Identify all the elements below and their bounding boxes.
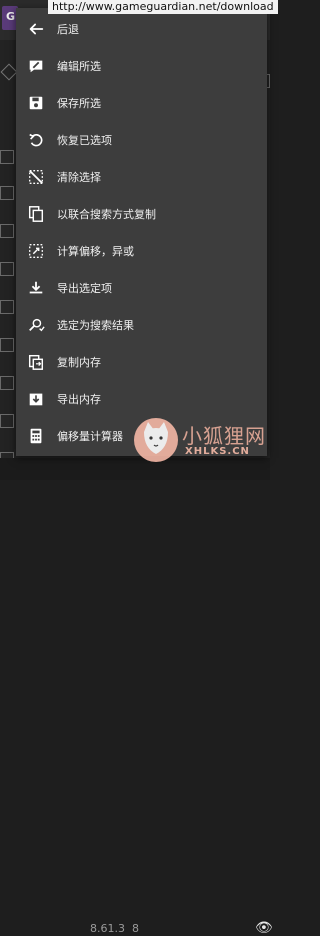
row-checkbox[interactable]: [0, 186, 14, 200]
row-checkbox[interactable]: [0, 338, 14, 352]
menu-item-label: 保存所选: [57, 96, 101, 110]
copy-memory-icon: [26, 352, 46, 372]
menu-item-label: 选定为搜索结果: [57, 318, 134, 332]
export-memory-icon: [26, 389, 46, 409]
calculator-icon: [26, 426, 46, 446]
menu-item-label: 恢复已选项: [57, 133, 112, 147]
eye-icon[interactable]: 👁: [255, 920, 273, 936]
menu-item-label: 清除选择: [57, 170, 101, 184]
menu-item-label: 以联合搜索方式复制: [57, 207, 156, 221]
row-checkbox[interactable]: [0, 262, 14, 276]
url-bar[interactable]: http://www.gameguardian.net/download: [48, 0, 278, 14]
menu-item-copy-memory[interactable]: 复制内存: [16, 343, 267, 380]
export-selected-icon: [26, 278, 46, 298]
menu-item-save-selected[interactable]: 保存所选: [16, 84, 267, 121]
clear-selection-icon: [26, 167, 46, 187]
row-checkbox[interactable]: [0, 376, 14, 390]
menu-item-label: 后退: [57, 22, 79, 36]
selection-tool-icon[interactable]: [0, 63, 18, 81]
menu-item-copy-as-group-search[interactable]: 以联合搜索方式复制: [16, 195, 267, 232]
menu-item-export-selected[interactable]: 导出选定项: [16, 269, 267, 306]
save-icon: [26, 93, 46, 113]
search-select-icon: [26, 315, 46, 335]
menu-item-calculate-offset[interactable]: 计算偏移，异或: [16, 232, 267, 269]
calculate-offset-icon: [26, 241, 46, 261]
back-arrow-icon: [26, 19, 46, 39]
menu-item-restore[interactable]: 恢复已选项: [16, 121, 267, 158]
context-menu: 后退 编辑所选 保存所选 恢复已选项 清除选择 以联合搜索方式复制 计算偏移，异…: [16, 8, 267, 456]
row-checkbox[interactable]: [0, 224, 14, 238]
menu-item-back[interactable]: 后退: [16, 10, 267, 47]
edit-icon: [26, 56, 46, 76]
menu-item-label: 计算偏移，异或: [57, 244, 134, 258]
watermark-subtext: XHLKS.CN: [185, 446, 250, 457]
menu-item-export-memory[interactable]: 导出内存: [16, 380, 267, 417]
watermark: 小狐狸网 XHLKS.CN: [130, 416, 270, 480]
row-checkbox[interactable]: [0, 150, 14, 164]
restore-icon: [26, 130, 46, 150]
menu-item-label: 复制内存: [57, 355, 101, 369]
menu-item-label: 编辑所选: [57, 59, 101, 73]
menu-item-select-as-search-result[interactable]: 选定为搜索结果: [16, 306, 267, 343]
fox-logo-icon: [134, 418, 178, 462]
version-label: 8.61.3 8: [90, 922, 139, 935]
watermark-text: 小狐狸网: [182, 424, 266, 448]
row-checkbox[interactable]: [0, 300, 14, 314]
copy-icon: [26, 204, 46, 224]
app-logo-letter: G: [6, 10, 16, 23]
menu-item-clear-selection[interactable]: 清除选择: [16, 158, 267, 195]
row-checkbox[interactable]: [0, 414, 14, 428]
menu-item-label: 导出选定项: [57, 281, 112, 295]
menu-item-edit-selected[interactable]: 编辑所选: [16, 47, 267, 84]
menu-item-label: 偏移量计算器: [57, 429, 123, 443]
menu-item-label: 导出内存: [57, 392, 101, 406]
